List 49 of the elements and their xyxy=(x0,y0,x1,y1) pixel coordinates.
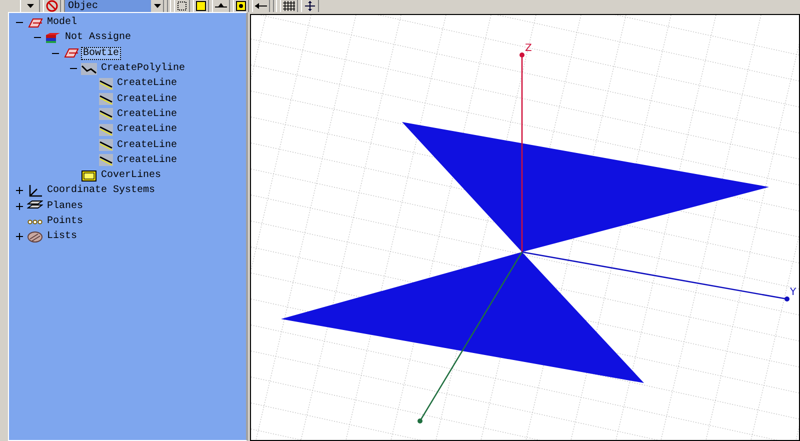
list-shape-icon xyxy=(27,230,43,243)
line-segment-icon xyxy=(99,124,113,136)
grid-button[interactable] xyxy=(280,0,298,12)
grid-icon xyxy=(283,1,295,11)
no-entry-icon xyxy=(46,0,58,12)
left-arrow-icon xyxy=(255,1,267,11)
line-segment-icon xyxy=(99,108,113,120)
line-segment-icon xyxy=(99,139,113,152)
tree-item[interactable]: Planes xyxy=(45,200,86,213)
line-segment-icon xyxy=(99,93,113,106)
tree-item[interactable]: CreateLine xyxy=(115,77,180,90)
line-segment-icon xyxy=(99,78,113,90)
tree-item[interactable]: CreateLine xyxy=(115,138,180,152)
tree-item[interactable]: CreateLine xyxy=(115,108,180,121)
solid-box-icon xyxy=(63,47,79,60)
cross-arrows-icon xyxy=(304,1,316,11)
polyline-icon xyxy=(81,62,97,75)
filled-panel-icon xyxy=(81,170,97,182)
tree-item[interactable]: Lists xyxy=(45,230,80,244)
line-segment-icon xyxy=(99,154,113,166)
object-dropdown[interactable]: Objec xyxy=(64,0,164,12)
tree-item[interactable]: Model xyxy=(45,16,80,30)
arrow-button[interactable] xyxy=(252,0,270,12)
axes-icon xyxy=(27,184,43,197)
no-entry-button[interactable] xyxy=(43,0,61,12)
dotted-square-icon xyxy=(177,1,187,11)
solid-box-icon xyxy=(27,16,43,29)
tree-item[interactable]: Coordinate Systems xyxy=(45,184,158,198)
edge-button[interactable] xyxy=(212,0,230,12)
dot-square-icon xyxy=(236,1,246,11)
tree-item[interactable]: CreateLine xyxy=(115,123,180,136)
caret-icon xyxy=(26,4,34,8)
face-button[interactable] xyxy=(193,0,209,12)
tree-item[interactable]: CreateLine xyxy=(115,154,180,167)
vertex-button[interactable] xyxy=(233,0,249,12)
face-square-icon xyxy=(196,1,206,11)
pan-button[interactable] xyxy=(301,0,319,12)
tree-item[interactable]: Not Assigne xyxy=(63,31,134,44)
tree-item[interactable]: Bowtie xyxy=(81,46,122,60)
tree-item[interactable]: CoverLines xyxy=(99,169,164,182)
tree-item[interactable]: CreateLine xyxy=(115,92,180,106)
y-axis: Y xyxy=(522,251,796,302)
dropdown-arrow-button[interactable] xyxy=(20,0,40,12)
tree-item[interactable]: CreatePolyline xyxy=(99,62,188,76)
caret-icon xyxy=(154,4,160,8)
stacked-layers-icon xyxy=(45,32,61,44)
tree-item[interactable]: Points xyxy=(45,215,86,228)
z-axis: Z xyxy=(520,43,532,252)
snap-grid-button[interactable] xyxy=(174,0,190,12)
